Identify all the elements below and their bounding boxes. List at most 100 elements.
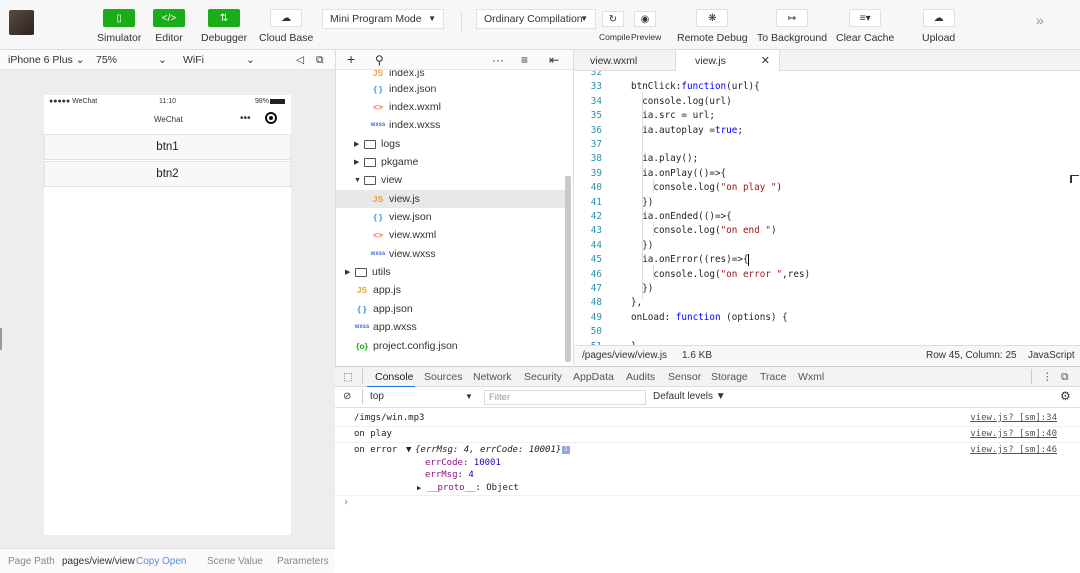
more-icon[interactable]: ••• xyxy=(240,113,251,124)
file-item[interactable]: wxss view.wxss xyxy=(336,245,568,263)
tab-storage[interactable]: Storage xyxy=(711,371,748,383)
gear-icon[interactable]: ⚙ xyxy=(1060,389,1071,403)
cursor-position: Row 45, Column: 25 xyxy=(926,350,1017,361)
collapse-icon[interactable]: ⇤ xyxy=(549,53,559,67)
mode-select[interactable]: Mini Program Mode ▼ xyxy=(322,9,444,29)
folder-item[interactable]: ▶ pkgame xyxy=(336,153,568,171)
tab-trace[interactable]: Trace xyxy=(760,371,786,383)
file-item[interactable]: { } view.json xyxy=(336,208,568,226)
clear-cache-button[interactable]: ≡▾ Clear Cache xyxy=(836,9,894,44)
parameters-label[interactable]: Parameters xyxy=(277,556,329,567)
console-message: on play xyxy=(354,429,392,439)
tab-sources[interactable]: Sources xyxy=(424,371,463,383)
wxss-file-icon: wxss xyxy=(370,122,386,128)
log-levels-select[interactable]: Default levels ▼ xyxy=(653,391,726,402)
proto-property[interactable]: ▶ __proto__: Object xyxy=(417,483,519,493)
scene-value-label[interactable]: Scene Value xyxy=(207,556,263,567)
line-number: 48 xyxy=(590,297,602,309)
copy-link[interactable]: Copy xyxy=(136,556,159,567)
folder-item[interactable]: ▼ view xyxy=(336,171,568,189)
refresh-icon[interactable]: ↻ xyxy=(602,11,624,27)
tab-appdata[interactable]: AppData xyxy=(573,371,614,383)
open-link[interactable]: Open xyxy=(162,556,186,567)
search-icon[interactable]: ⚲ xyxy=(375,53,384,67)
editor-button[interactable]: </> Editor xyxy=(153,9,185,44)
network-select[interactable]: WiFi xyxy=(183,54,204,66)
compile-mode-select[interactable]: Ordinary Compilation ▼ xyxy=(476,9,596,29)
divider xyxy=(1031,369,1032,384)
code-line: ia.onEnded(()=>{ xyxy=(631,211,732,222)
filetree-scrollbar[interactable] xyxy=(565,176,571,362)
file-item[interactable]: { } index.json xyxy=(336,80,568,98)
tab-security[interactable]: Security xyxy=(524,371,562,383)
popout-icon[interactable]: ⧉ xyxy=(316,54,324,67)
file-item[interactable]: <> view.wxml xyxy=(336,226,568,244)
chevron-double-right-icon[interactable]: » xyxy=(1036,12,1044,28)
btn2-button[interactable]: btn2 xyxy=(44,161,291,187)
file-item[interactable]: { } app.json xyxy=(336,300,568,318)
device-select[interactable]: iPhone 6 Plus ⌄ xyxy=(8,54,85,66)
more-icon[interactable]: ··· xyxy=(492,53,504,67)
more-vertical-icon[interactable]: ⋮ xyxy=(1042,371,1053,383)
line-number: 47 xyxy=(590,283,602,294)
simulator-button[interactable]: ▯ Simulator xyxy=(97,9,141,44)
cloud-base-button[interactable]: ☁ Cloud Base xyxy=(259,9,313,44)
tab-console[interactable]: Console xyxy=(375,371,414,383)
speaker-icon[interactable]: ◁ xyxy=(296,54,304,66)
inspect-icon[interactable]: ⬚ xyxy=(343,371,353,383)
json-file-icon: { } xyxy=(373,84,383,94)
folder-item[interactable]: ▶ utils xyxy=(336,263,568,281)
folder-item[interactable]: ▶ logs xyxy=(336,135,568,153)
tab-network[interactable]: Network xyxy=(473,371,512,383)
caret-down-icon[interactable]: ▼ xyxy=(465,392,473,401)
close-icon[interactable]: ✕ xyxy=(761,54,770,67)
btn1-button[interactable]: btn1 xyxy=(44,134,291,160)
tab-wxml[interactable]: Wxml xyxy=(798,371,824,383)
code-line: ia.play(); xyxy=(631,153,699,165)
page-title: WeChat xyxy=(154,115,183,124)
language-mode[interactable]: JavaScript xyxy=(1028,350,1075,361)
source-link[interactable]: view.js? [sm]:34 xyxy=(970,413,1057,423)
tab-audits[interactable]: Audits xyxy=(626,371,655,383)
chevron-down-icon[interactable]: ⌄ xyxy=(158,54,167,66)
console-prompt-icon[interactable]: › xyxy=(343,497,349,508)
info-icon[interactable]: i xyxy=(562,446,570,454)
file-item[interactable]: {o} project.config.json xyxy=(336,337,568,355)
phone-nav-bar: WeChat ••• xyxy=(44,109,291,133)
chevron-down-icon[interactable]: ⌄ xyxy=(246,54,255,66)
expand-arrow-icon[interactable]: ▼ xyxy=(406,445,411,455)
code-editor[interactable]: 3233343536373839404142434445464748495051… xyxy=(573,71,1080,345)
file-item[interactable]: JS app.js xyxy=(336,281,568,299)
to-background-button[interactable]: ↦ To Background xyxy=(757,9,827,44)
add-icon[interactable]: + xyxy=(347,51,355,67)
panel-resize-handle[interactable] xyxy=(0,328,2,350)
upload-button[interactable]: ☁ Upload xyxy=(922,9,955,44)
object-summary[interactable]: {errMsg: 4, errCode: 10001} xyxy=(415,445,561,455)
dock-icon[interactable]: ⧉ xyxy=(1061,371,1069,384)
eye-icon[interactable]: ◉ xyxy=(634,11,656,27)
line-number: 49 xyxy=(590,311,602,323)
tab-sensor[interactable]: Sensor xyxy=(668,371,701,383)
user-avatar[interactable] xyxy=(9,10,34,35)
tab-view-wxml[interactable]: view.wxml xyxy=(574,50,675,71)
filter-input[interactable]: Filter xyxy=(484,390,646,405)
code-icon: </> xyxy=(153,9,185,27)
file-item-selected[interactable]: JS view.js xyxy=(336,190,568,208)
source-link[interactable]: view.js? [sm]:46 xyxy=(970,445,1057,455)
code-line: btnClick:function(url){ xyxy=(631,81,760,93)
debugger-button[interactable]: ⇅ Debugger xyxy=(201,9,247,44)
file-item[interactable]: wxss index.wxss xyxy=(336,116,568,134)
code-line: }) xyxy=(631,239,654,251)
remote-debug-button[interactable]: ❋ Remote Debug xyxy=(677,9,748,44)
source-link[interactable]: view.js? [sm]:40 xyxy=(970,429,1057,439)
clear-console-icon[interactable]: ⊘ xyxy=(343,391,351,402)
file-item[interactable]: <> index.wxml xyxy=(336,98,568,116)
debugger-icon: ⇅ xyxy=(208,9,241,27)
sort-icon[interactable]: ≡ xyxy=(521,53,528,67)
file-item[interactable]: wxss app.wxss xyxy=(336,318,568,336)
zoom-select[interactable]: 75% xyxy=(96,54,117,66)
context-select[interactable]: top xyxy=(370,391,384,402)
close-capsule-icon[interactable] xyxy=(265,112,277,124)
text-cursor xyxy=(748,254,749,266)
tab-view-js[interactable]: view.js ✕ xyxy=(675,50,780,72)
